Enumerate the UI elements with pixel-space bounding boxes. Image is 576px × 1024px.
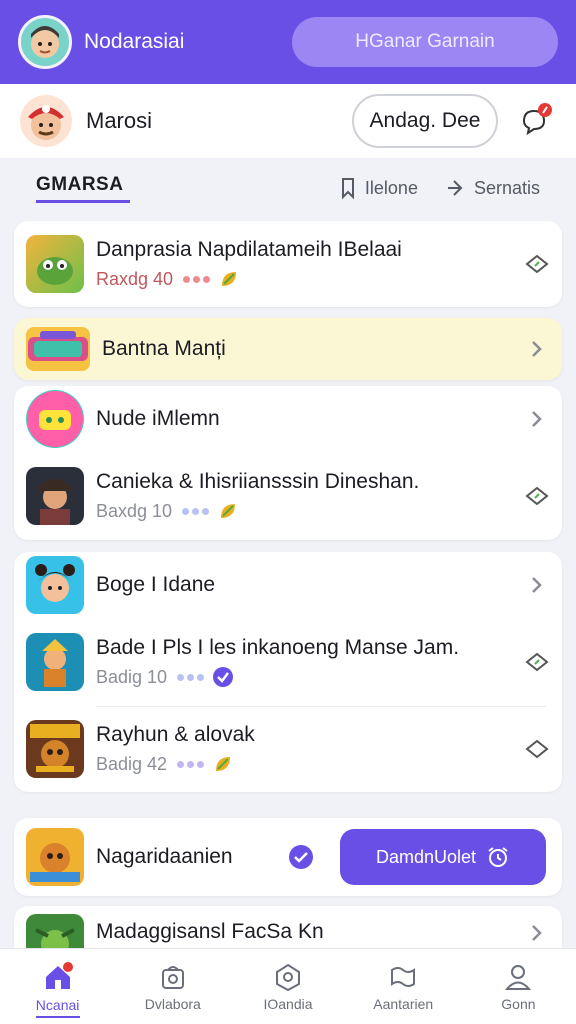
rating-dots [177,673,205,681]
download-button[interactable]: DamdnUolet [340,829,546,885]
game-badge-text: Baxdg 10 [96,500,173,521]
section-header: GMARSA Ilelone Sernatis [0,166,576,210]
game-card: Danprasia Napdilatameih IBelaai Raxdg 40 [14,221,562,307]
tag-icon[interactable] [524,251,550,277]
game-card: Nude iMlemn Canieka & Ihisriiansssin Din… [14,386,562,540]
game-title: Rayhun & alovak [96,723,255,746]
chevron-right-icon[interactable] [524,406,550,432]
game-title: Boge I Idane [96,573,216,596]
game-title: Nude iMlemn [96,407,220,430]
game-thumbnail [26,914,84,948]
section-title-tab[interactable]: GMARSA [36,174,130,203]
game-thumbnail [26,467,84,525]
list-item[interactable]: Nagaridaanien DamdnUolet [14,818,562,896]
game-title: Bade I Pls I les inkanoeng Manse Jam. [96,636,460,659]
chevron-right-icon[interactable] [524,920,550,946]
game-title: Bantna Manți [102,337,226,360]
chevron-right-icon[interactable] [524,572,550,598]
avatar[interactable] [20,95,72,147]
rating-dots [177,760,205,768]
bottom-nav: Ncanai Dvlabora IOandia Aantarien Gonn [0,948,576,1024]
game-card: Boge I Idane Bade I Pls I les inkanoeng … [14,552,562,792]
top-bar: Nodarasiai HGanar Garnain [0,0,576,84]
active-indicator [35,1016,80,1018]
bookmark-icon [341,178,354,199]
game-title: Danprasia Napdilatameih IBelaai [96,238,402,261]
download-label: DamdnUolet [375,846,477,867]
list-item[interactable]: Danprasia Napdilatameih IBelaai Raxdg 40 [14,221,562,307]
bag-icon [161,965,184,989]
game-title: Canieka & Ihisriiansssin Dineshan. [96,470,420,493]
top-action-button[interactable]: HGanar Garnain [292,17,558,67]
nav-label: Gonn [501,995,536,1012]
highlighted-game-card: Bantna Manți [14,318,562,380]
nav-community[interactable]: Aantarien [346,949,461,1024]
nav-label: Ncanai [35,996,80,1013]
game-title: Nagaridaanien [96,845,233,868]
person-icon [505,964,532,990]
tag-icon[interactable] [524,483,550,509]
sort-button[interactable]: Ilelone [339,177,418,199]
nav-home[interactable]: Ncanai [0,949,115,1024]
game-thumbnail [26,633,84,691]
list-item[interactable]: Rayhun & alovak Badig 42 [14,706,562,792]
tag-icon[interactable] [524,649,550,675]
list-item[interactable]: Bantna Manți [14,318,562,380]
list-item[interactable]: Canieka & Ihisriiansssin Dineshan. Baxdg… [14,452,562,540]
alarm-clock-icon [488,847,508,867]
app-avatar[interactable] [18,15,72,69]
list-item[interactable]: Bade I Pls I les inkanoeng Manse Jam. Ba… [14,618,562,706]
promo-card: Nagaridaanien DamdnUolet [14,818,562,896]
profile-row: Marosi Andag. Dee [0,84,576,158]
leaf-badge-icon [216,757,231,771]
game-badge-text: Badig 10 [96,666,168,687]
chevron-right-icon[interactable] [524,336,550,362]
location-icon [276,963,300,991]
share-label: Sernatis [473,177,540,198]
nav-label: Aantarien [373,995,434,1012]
profile-action-button[interactable]: Andag. Dee [352,94,498,148]
nav-label: Dvlabora [144,995,201,1012]
game-thumbnail [26,327,90,371]
leaf-badge-icon [221,504,236,518]
home-icon [45,961,73,989]
game-thumbnail [26,235,84,293]
game-thumbnail [26,720,84,778]
leaf-badge-icon [222,272,237,286]
verified-badge-icon [213,667,234,687]
notification-button[interactable] [516,101,556,141]
list-item[interactable]: Nude iMlemn [14,386,562,452]
rating-dots [182,507,210,515]
game-card: Madaggisansl FacSa Kn [14,906,562,948]
share-button[interactable]: Sernatis [446,178,540,199]
rating-dots [183,275,211,283]
share-arrow-icon [447,180,463,196]
nav-label: IOandia [263,995,313,1012]
tag-icon[interactable] [524,736,550,762]
nav-library[interactable]: Dvlabora [115,949,230,1024]
app-title: Nodarasiai [84,30,185,53]
chat-bell-icon [522,103,552,136]
game-title: Madaggisansl FacSa Kn [96,920,324,943]
profile-name: Marosi [86,108,153,133]
game-badge-text: Raxdg 40 [96,268,174,289]
sort-label: Ilelone [364,177,418,198]
game-badge-text: Badig 42 [96,753,168,774]
game-thumbnail [26,556,84,614]
nav-profile[interactable]: Gonn [461,949,576,1024]
list-item[interactable]: Madaggisansl FacSa Kn [14,906,562,948]
game-thumbnail [26,390,84,448]
verified-badge-icon [289,845,313,869]
nav-discover[interactable]: IOandia [230,949,345,1024]
list-item[interactable]: Boge I Idane [14,552,562,618]
map-icon [391,966,416,987]
game-thumbnail [26,828,84,886]
